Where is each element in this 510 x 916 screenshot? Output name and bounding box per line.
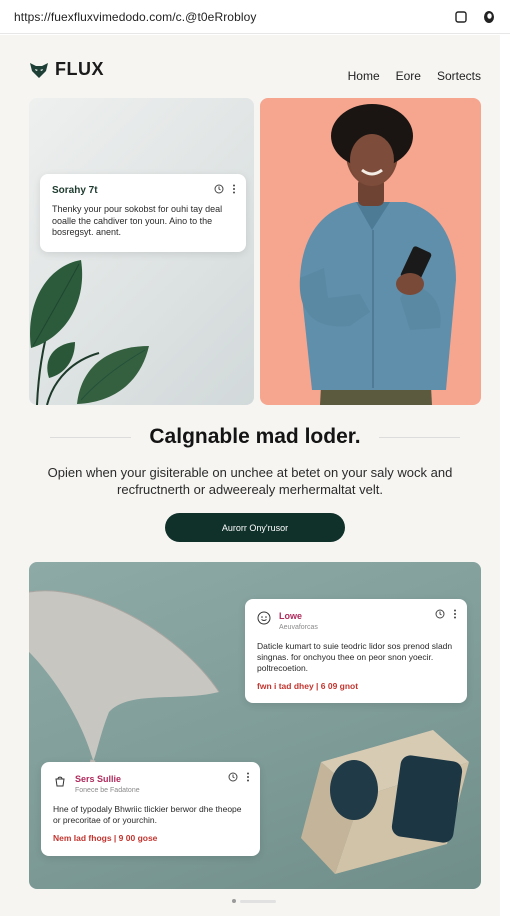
hero-card-2-header: Sers Sullie Fonece be Fadatone <box>53 774 248 794</box>
divider-right <box>378 436 461 438</box>
clock-icon[interactable] <box>228 772 238 782</box>
more-vertical-icon[interactable] <box>453 609 457 619</box>
more-vertical-icon[interactable] <box>232 184 236 194</box>
notification-card[interactable]: Sorahy 7t Thenky your pour sokobst for o… <box>40 174 246 252</box>
top-nav: Home Eore Sortects <box>348 69 481 83</box>
divider-left <box>50 436 132 438</box>
nav-item-home[interactable]: Home <box>348 69 380 83</box>
person-with-phone-image <box>299 104 456 405</box>
tab-square-icon[interactable] <box>454 10 468 24</box>
pagination-dot[interactable] <box>232 899 236 903</box>
card-title: Sorahy 7t <box>52 185 98 196</box>
hero-card-1-meta: Aeuvaforcas <box>279 624 318 631</box>
hero-card-1-title: Lowe <box>279 611 303 621</box>
card-body: Thenky your pour sokobst for ouhi tay de… <box>52 204 223 237</box>
fox-logo-icon <box>30 62 48 78</box>
profile-icon[interactable] <box>482 10 496 24</box>
brand-logo[interactable]: FLUX <box>29 59 104 80</box>
nav-item-eore[interactable]: Eore <box>396 69 421 83</box>
clock-icon[interactable] <box>435 609 445 619</box>
web-page: FLUX Home Eore Sortects Sorahy 7t Thenky… <box>0 35 500 916</box>
product-hero: Lowe Aeuvaforcas Daticle kumart to suie … <box>29 562 481 889</box>
portrait-tile <box>260 98 481 405</box>
page-headline: Calgnable mad loder. <box>149 425 361 448</box>
hero-card-1-body: Daticle kumart to suie teodric lidor sos… <box>257 641 453 673</box>
hero-card-1-tools <box>435 609 457 619</box>
hero-card-1-price: fwn i tad dhey | 6 09 gnot <box>257 681 359 691</box>
browser-address-bar: https://fuexfluxvimedodo.com/c.@t0eRrobl… <box>0 0 510 34</box>
hero-card-2-tools <box>228 772 250 782</box>
card-tools <box>214 184 236 194</box>
smile-icon <box>257 611 271 625</box>
brand-name: FLUX <box>55 59 104 79</box>
page-subtext: Opien when your gisiterable on unchee at… <box>47 465 453 497</box>
hero-card-2-title: Sers Sullie <box>75 774 122 784</box>
nav-item-sortects[interactable]: Sortects <box>437 69 481 83</box>
primary-cta-button[interactable]: Aurorr Ony'rusor <box>165 513 345 542</box>
url-text[interactable]: https://fuexfluxvimedodo.com/c.@t0eRrobl… <box>14 10 440 24</box>
more-vertical-icon[interactable] <box>246 772 250 782</box>
hero-card-2-body: Hne of typodaly Bhwriic tlickier berwor … <box>53 804 242 825</box>
clock-icon[interactable] <box>214 184 224 194</box>
hero-card-2-price: Nem Iad fhogs | 9 00 gose <box>53 833 158 843</box>
bag-icon <box>55 776 65 787</box>
pagination-track[interactable] <box>240 899 276 903</box>
hero-card-1-header: Lowe Aeuvaforcas <box>257 611 455 631</box>
plant-tile: Sorahy 7t Thenky your pour sokobst for o… <box>29 98 254 405</box>
headline-row: Calgnable mad loder. <box>50 425 461 449</box>
hero-card-2-meta: Fonece be Fadatone <box>75 787 140 794</box>
hero-card-2[interactable]: Sers Sullie Fonece be Fadatone Hne of ty… <box>41 762 260 856</box>
hero-card-1[interactable]: Lowe Aeuvaforcas Daticle kumart to suie … <box>245 599 467 703</box>
scrollbar-track[interactable] <box>500 35 510 916</box>
carousel-pagination <box>232 899 276 903</box>
